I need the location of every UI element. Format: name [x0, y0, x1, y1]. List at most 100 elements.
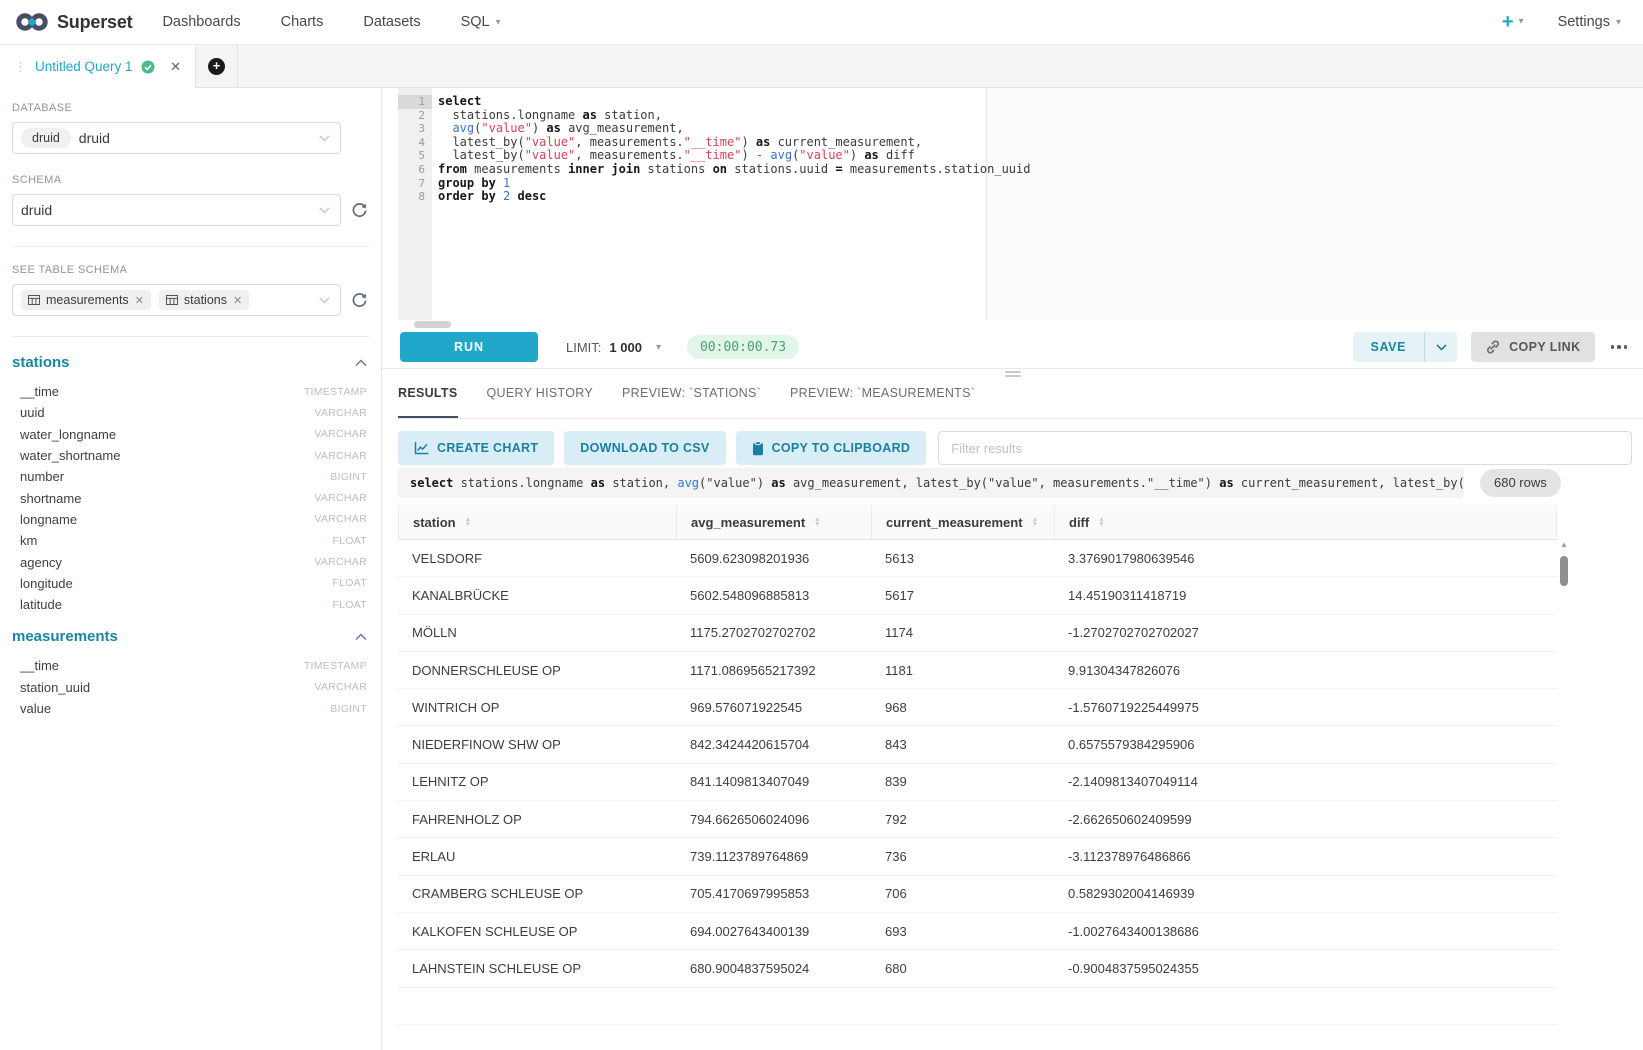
tab-preview-stations[interactable]: PREVIEW: `STATIONS` — [622, 369, 761, 418]
cell-diff: -3.112378976486866 — [1054, 849, 1557, 864]
table-row[interactable]: LEHNITZ OP 841.1409813407049 839 -2.1409… — [398, 764, 1557, 801]
sort-icon[interactable]: ▲▼ — [1032, 517, 1038, 527]
create-chart-button[interactable]: CREATE CHART — [398, 431, 554, 465]
table-row[interactable]: FAHRENHOLZ OP 794.6626506024096 792 -2.6… — [398, 801, 1557, 838]
cell-station: LEHNITZ OP — [398, 774, 676, 789]
drag-handle-icon[interactable]: ⋮ — [14, 62, 27, 72]
sort-icon[interactable]: ▲▼ — [1098, 517, 1104, 527]
results-scrollbar[interactable]: ▲ ▼ — [1558, 540, 1570, 1050]
query-tab-active[interactable]: ⋮ Untitled Query 1 ✕ — [0, 45, 196, 88]
table-row[interactable]: NIEDERFINOW SHW OP 842.3424420615704 843… — [398, 726, 1557, 763]
schema-column-row: water_shortname VARCHAR — [12, 445, 369, 466]
download-csv-button[interactable]: DOWNLOAD TO CSV — [564, 431, 725, 465]
column-header-station[interactable]: station ▲▼ — [399, 505, 677, 539]
settings-menu[interactable]: Settings▾ — [1558, 14, 1621, 30]
run-button[interactable]: RUN — [400, 332, 538, 362]
superset-logo-icon — [14, 10, 50, 34]
table-schema-select[interactable]: measurements ✕ stations ✕ — [12, 284, 341, 316]
table-row[interactable]: KANALBRÜCKE 5602.548096885813 5617 14.45… — [398, 577, 1557, 614]
schema-column-row: km FLOAT — [12, 530, 369, 551]
cell-current-measurement: 736 — [871, 849, 1054, 864]
table-row[interactable]: VELSDORF 5609.623098201936 5613 3.376901… — [398, 540, 1557, 577]
schema-column-row: __time TIMESTAMP — [12, 381, 369, 402]
table-row[interactable]: WINTRICH OP 969.576071922545 968 -1.5760… — [398, 689, 1557, 726]
schema-column-row: latitude FLOAT — [12, 594, 369, 615]
column-type: FLOAT — [332, 535, 367, 547]
filter-results-input[interactable] — [938, 431, 1632, 465]
refresh-schema-icon[interactable] — [351, 202, 368, 219]
superset-logo[interactable]: Superset — [14, 10, 132, 34]
schema-column-row: longname VARCHAR — [12, 509, 369, 530]
line-number: 2 — [398, 109, 432, 123]
table-section-stations[interactable]: stations — [12, 354, 367, 371]
copy-clipboard-button[interactable]: COPY TO CLIPBOARD — [736, 431, 927, 465]
more-options-icon[interactable] — [1611, 345, 1628, 349]
code-line: 6 from measurements inner join stations … — [398, 163, 1643, 177]
table-row[interactable]: DONNERSCHLEUSE OP 1171.0869565217392 118… — [398, 652, 1557, 689]
executed-query-preview[interactable]: select stations.longname as station, avg… — [398, 468, 1464, 498]
nav-charts[interactable]: Charts — [281, 14, 324, 30]
cell-avg-measurement: 694.0027643400139 — [676, 924, 871, 939]
scroll-up-icon[interactable]: ▲ — [1558, 540, 1570, 549]
table-row[interactable]: CRAMBERG SCHLEUSE OP 705.4170697995853 7… — [398, 876, 1557, 913]
limit-dropdown[interactable]: LIMIT: 1 000 ▾ — [566, 340, 661, 355]
cell-station: VELSDORF — [398, 551, 676, 566]
column-type: FLOAT — [332, 577, 367, 589]
column-name: value — [20, 701, 51, 716]
table-chip-stations[interactable]: stations ✕ — [159, 290, 249, 310]
superset-sql-lab: Superset Dashboards Charts Datasets SQL▾… — [0, 0, 1643, 1050]
tab-results[interactable]: RESULTS — [398, 369, 458, 418]
cell-station: FAHRENHOLZ OP — [398, 812, 676, 827]
column-type: VARCHAR — [314, 681, 367, 693]
nav-sql-menu[interactable]: SQL▾ — [461, 14, 501, 30]
sql-editor-pane: 1 select 2 stations.longname as station,… — [382, 88, 1643, 1050]
editor-hscrollbar[interactable] — [414, 321, 451, 328]
table-row[interactable]: ERLAU 739.1123789764869 736 -3.112378976… — [398, 838, 1557, 875]
column-name: water_shortname — [20, 448, 120, 463]
column-name: longitude — [20, 576, 73, 591]
column-header-avg-measurement[interactable]: avg_measurement ▲▼ — [677, 505, 872, 539]
database-select[interactable]: druid druid — [12, 122, 341, 154]
divider — [12, 336, 369, 337]
cell-diff: 14.45190311418719 — [1054, 588, 1557, 603]
collapse-icon[interactable] — [355, 633, 367, 641]
new-item-button[interactable]: +▾ — [1502, 12, 1524, 32]
measurements-columns: __time TIMESTAMP station_uuid VARCHAR va… — [12, 655, 369, 719]
save-button[interactable]: SAVE — [1353, 332, 1426, 362]
schema-select[interactable]: druid — [12, 194, 341, 226]
table-row[interactable]: LAHNSTEIN SCHLEUSE OP 680.9004837595024 … — [398, 950, 1557, 987]
tab-query-history[interactable]: QUERY HISTORY — [487, 369, 593, 418]
remove-chip-icon[interactable]: ✕ — [233, 294, 242, 307]
clipboard-icon — [752, 441, 764, 456]
add-tab-button[interactable]: + — [208, 58, 225, 75]
tab-preview-measurements[interactable]: PREVIEW: `MEASUREMENTS` — [790, 369, 975, 418]
table-row[interactable]: KALKOFEN SCHLEUSE OP 694.0027643400139 6… — [398, 913, 1557, 950]
cell-station: NIEDERFINOW SHW OP — [398, 737, 676, 752]
line-number: 4 — [398, 136, 432, 150]
code-line: 2 stations.longname as station, — [398, 109, 1643, 123]
sort-icon[interactable]: ▲▼ — [814, 517, 820, 527]
nav-datasets[interactable]: Datasets — [363, 14, 420, 30]
column-header-diff[interactable]: diff ▲▼ — [1055, 505, 1557, 539]
nav-dashboards[interactable]: Dashboards — [162, 14, 240, 30]
column-header-current-measurement[interactable]: current_measurement ▲▼ — [872, 505, 1055, 539]
table-row[interactable]: MÖLLN 1175.2702702702702 1174 -1.2702702… — [398, 615, 1557, 652]
scrollbar-thumb[interactable] — [1560, 556, 1568, 586]
save-options-button[interactable] — [1425, 332, 1457, 362]
cell-diff: 9.91304347826076 — [1054, 663, 1557, 678]
remove-chip-icon[interactable]: ✕ — [135, 294, 144, 307]
close-tab-icon[interactable]: ✕ — [164, 59, 181, 75]
cell-avg-measurement: 1175.2702702702702 — [676, 625, 871, 640]
sort-icon[interactable]: ▲▼ — [465, 517, 471, 527]
cell-avg-measurement: 5609.623098201936 — [676, 551, 871, 566]
column-name: station_uuid — [20, 680, 90, 695]
collapse-icon[interactable] — [355, 359, 367, 367]
table-section-measurements[interactable]: measurements — [12, 628, 367, 645]
copy-link-button[interactable]: COPY LINK — [1471, 332, 1594, 362]
sql-code-editor[interactable]: 1 select 2 stations.longname as station,… — [382, 88, 1643, 320]
results-table-body: VELSDORF 5609.623098201936 5613 3.376901… — [398, 540, 1557, 988]
sql-lab-sidebar: DATABASE druid druid SCHEMA druid — [0, 88, 382, 1050]
table-chip-measurements[interactable]: measurements ✕ — [21, 290, 151, 310]
refresh-tables-icon[interactable] — [351, 292, 368, 309]
query-tabstrip: ⋮ Untitled Query 1 ✕ + — [0, 45, 1643, 88]
